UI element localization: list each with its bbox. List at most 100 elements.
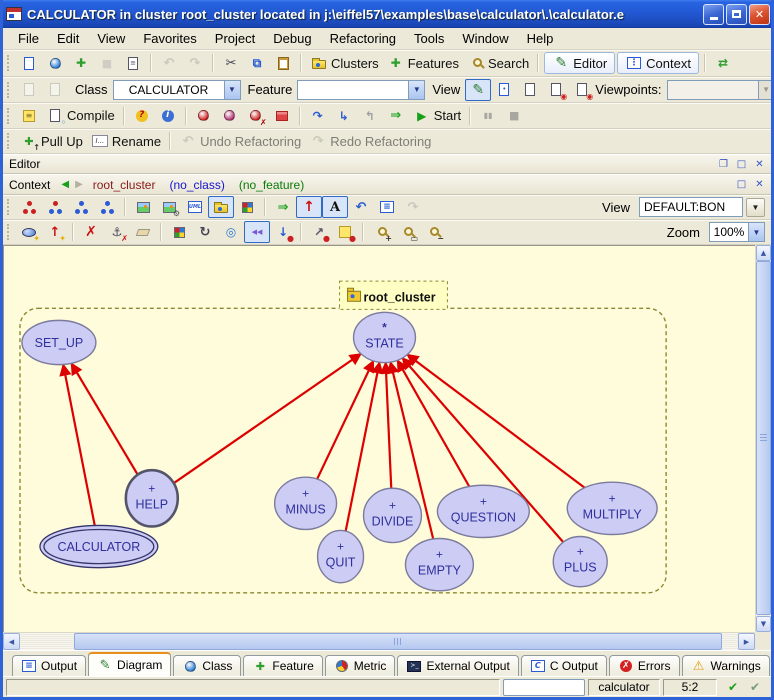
close-button[interactable]: ✕ [749,4,770,25]
view-editor-button[interactable]: ✎ [465,79,491,101]
view-class-button[interactable]: • [491,79,517,101]
toolbar-grip[interactable] [7,133,12,149]
context-crumb-no-class[interactable]: (no_class) [169,178,224,192]
context-button[interactable]: ⋮Context [617,52,699,74]
toolbar-grip[interactable] [7,199,12,215]
menu-item-debug[interactable]: Debug [264,29,320,48]
new-item-button[interactable]: ✚ [68,52,94,74]
quality-toggle-button[interactable]: ◎ [218,221,244,243]
tab-feature[interactable]: ✚Feature [243,655,322,676]
context-back-button[interactable]: ◀ [61,179,69,190]
feature-combo[interactable]: ▼ [297,80,425,100]
class-relations-button[interactable] [16,196,42,218]
horizontal-scroll-thumb[interactable] [74,633,722,650]
class-node-MULTIPLY[interactable]: +MULTIPLY [567,482,657,534]
scroll-up-icon[interactable]: ▲ [756,245,771,261]
create-inheritance-link-button[interactable]: ↑✦ [42,221,68,243]
vertical-scroll-thumb[interactable] [756,261,771,615]
cut-button[interactable]: ✂ [218,52,244,74]
view-interface-button[interactable]: ◉ [569,79,595,101]
maximize-button[interactable] [726,4,747,25]
finalize-button[interactable] [217,105,243,127]
class-node-HELP[interactable]: +HELP [126,470,178,526]
fit-to-screen-button[interactable]: ◀◀ [244,221,270,243]
scroll-right-icon[interactable]: ▶ [738,633,755,650]
client-links-button[interactable] [94,196,120,218]
inheritance-edge-MULTIPLY-STATE[interactable] [407,355,584,488]
delete-item-button[interactable]: ✗ [78,221,104,243]
debug-layout-button[interactable] [269,105,295,127]
compile-button[interactable]: ◦Compile [42,105,119,127]
tab-diagram[interactable]: ✎Diagram [88,652,171,676]
step-over-button[interactable]: ↷ [305,105,331,127]
uml-view-button[interactable]: UML [182,196,208,218]
menu-item-project[interactable]: Project [206,29,264,48]
create-class-button[interactable]: ✦ [16,221,42,243]
tab-output[interactable]: ≡Output [12,655,86,676]
ancestor-relations-button[interactable] [42,196,68,218]
toolbar-grip[interactable] [7,108,12,124]
toolbar-grip[interactable] [7,55,12,71]
tab-class[interactable]: Class [173,655,241,676]
rename-button[interactable]: I...Rename [87,130,165,152]
class-node-MINUS[interactable]: +MINUS [275,477,337,529]
menu-item-file[interactable]: File [9,29,48,48]
erase-item-button[interactable] [130,221,156,243]
tab-errors[interactable]: ✗Errors [609,655,680,676]
feature-combo-dropdown-icon[interactable]: ▼ [408,81,424,99]
toolbar-grip[interactable] [7,82,12,98]
menu-item-help[interactable]: Help [518,29,563,48]
search-button[interactable]: Search [463,52,533,74]
tab-metric[interactable]: Metric [325,655,396,676]
context-crumb-root-cluster[interactable]: root_cluster [93,178,156,192]
view-flat-button[interactable] [517,79,543,101]
menu-item-tools[interactable]: Tools [405,29,453,48]
diagram-view-combo[interactable]: DEFAULT:BON [639,197,743,217]
close-panel-icon[interactable]: ✕ [752,157,767,171]
view-contract-button[interactable]: ◉ [543,79,569,101]
inheritance-edge-DIVIDE-STATE[interactable] [386,363,392,489]
compile-options-button[interactable]: ? [129,105,155,127]
remove-anchor-button[interactable]: ⚓✗ [104,221,130,243]
copy-button[interactable]: ⧉ [244,52,270,74]
menu-item-edit[interactable]: Edit [48,29,88,48]
cluster-view-button[interactable] [208,196,234,218]
crop-diagram-button[interactable] [166,221,192,243]
vertical-scroll-track[interactable] [756,261,771,616]
rotate-cluster-button[interactable]: ↻ [192,221,218,243]
class-node-CALCULATOR[interactable]: CALCULATOR [40,525,158,567]
class-node-EMPTY[interactable]: +EMPTY [405,539,473,591]
horizontal-scrollbar[interactable]: ◀ ▶ [3,632,755,650]
class-view-button[interactable] [234,196,260,218]
menu-item-view[interactable]: View [88,29,134,48]
cluster-label[interactable]: root_cluster [340,281,448,309]
project-settings-button[interactable]: ≡ [16,105,42,127]
cancel-compilation-button[interactable]: ✗ [243,105,269,127]
zoom-combo[interactable]: 100% ▼ [709,222,765,242]
freeze-button[interactable] [191,105,217,127]
client-supplier-mode-button[interactable]: ⇒ [270,196,296,218]
tab-warnings[interactable]: ⚠Warnings [682,655,770,676]
print-diagram-button[interactable]: ⚙ [156,196,182,218]
menu-item-favorites[interactable]: Favorites [134,29,205,48]
class-combo-dropdown-icon[interactable]: ▼ [224,81,240,99]
maximize-panel-icon[interactable]: □ [734,157,749,171]
start-button[interactable]: ▶Start [409,105,465,127]
class-node-SET_UP[interactable]: SET_UP [22,320,96,364]
new-window-button[interactable] [16,52,42,74]
menu-item-window[interactable]: Window [453,29,517,48]
step-into-button[interactable]: ↳ [331,105,357,127]
menu-item-refactoring[interactable]: Refactoring [321,29,405,48]
tab-c-output[interactable]: CC Output [521,655,607,676]
supplier-links-button[interactable] [68,196,94,218]
clusters-button[interactable]: Clusters [306,52,383,74]
pull-up-button[interactable]: ✚↑Pull Up [16,130,87,152]
status-search-input[interactable] [503,679,585,696]
straighten-links-button[interactable]: ↓● [270,221,296,243]
zoom-dropdown-icon[interactable]: ▼ [748,223,764,241]
create-note-button[interactable]: ● [332,221,358,243]
horizontal-scroll-track[interactable] [20,633,738,650]
diagram-view-dropdown-icon[interactable]: ▼ [746,198,765,217]
class-node-STATE[interactable]: *STATE [354,312,416,362]
inheritance-edge-CALCULATOR-SET_UP[interactable] [63,364,95,525]
